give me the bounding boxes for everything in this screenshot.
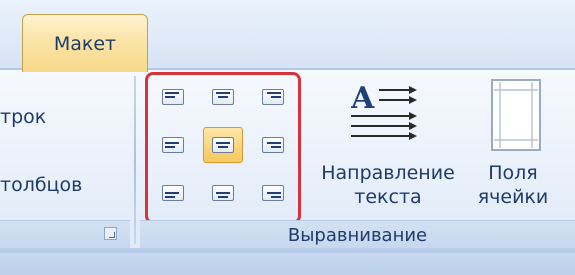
rows-columns-group-footer bbox=[0, 220, 130, 249]
dialog-launcher-icon[interactable] bbox=[104, 227, 117, 240]
text-direction-label-line2: текста bbox=[354, 186, 422, 208]
svg-text:A: A bbox=[351, 81, 375, 116]
align-top-left-icon bbox=[162, 89, 184, 105]
align-top-center-button[interactable] bbox=[206, 82, 240, 112]
cell-margins-label-line2: ячейки bbox=[477, 186, 549, 208]
align-bottom-right-icon bbox=[262, 185, 284, 201]
rows-command-label: трок bbox=[0, 106, 47, 128]
align-top-center-icon bbox=[212, 89, 234, 105]
align-bottom-left-icon bbox=[162, 185, 184, 201]
columns-command[interactable]: толбцов bbox=[0, 174, 82, 196]
text-direction-icon: A bbox=[351, 81, 417, 140]
align-middle-left-icon bbox=[162, 137, 184, 153]
columns-command-label: толбцов bbox=[0, 174, 83, 196]
text-direction-label-line1: Направление bbox=[321, 162, 455, 184]
document-area-edge bbox=[0, 253, 575, 275]
align-bottom-left-button[interactable] bbox=[156, 178, 190, 208]
align-bottom-center-button[interactable] bbox=[206, 178, 240, 208]
rows-command[interactable]: трок bbox=[0, 106, 46, 128]
rows-columns-group: трок толбцов bbox=[0, 70, 138, 249]
align-middle-left-button[interactable] bbox=[156, 130, 190, 160]
alignment-group-title: Выравнивание bbox=[287, 224, 428, 246]
align-top-right-icon bbox=[262, 89, 284, 105]
tab-layout-label: Макет bbox=[53, 32, 117, 55]
group-separator bbox=[134, 76, 136, 244]
cell-margins-label-line1: Поля bbox=[488, 162, 538, 184]
align-middle-right-button[interactable] bbox=[256, 130, 290, 160]
alignment-group-footer: Выравнивание bbox=[140, 220, 575, 249]
align-middle-center-icon bbox=[212, 137, 234, 153]
align-middle-right-icon bbox=[262, 137, 284, 153]
align-top-left-button[interactable] bbox=[156, 82, 190, 112]
align-bottom-center-icon bbox=[212, 185, 234, 201]
cell-margins-icon bbox=[491, 79, 541, 151]
ribbon-body: трок толбцов A Направление текста Поля я… bbox=[0, 70, 575, 249]
align-top-right-button[interactable] bbox=[256, 82, 290, 112]
align-bottom-right-button[interactable] bbox=[256, 178, 290, 208]
cell-margins-button[interactable]: Поля ячейки bbox=[478, 76, 570, 226]
word-ribbon-fragment: Макет трок толбцов A Направление текста … bbox=[0, 0, 575, 275]
align-middle-center-button[interactable] bbox=[203, 127, 243, 163]
text-direction-button[interactable]: A Направление текста bbox=[303, 76, 473, 226]
tab-layout[interactable]: Макет bbox=[22, 14, 148, 72]
